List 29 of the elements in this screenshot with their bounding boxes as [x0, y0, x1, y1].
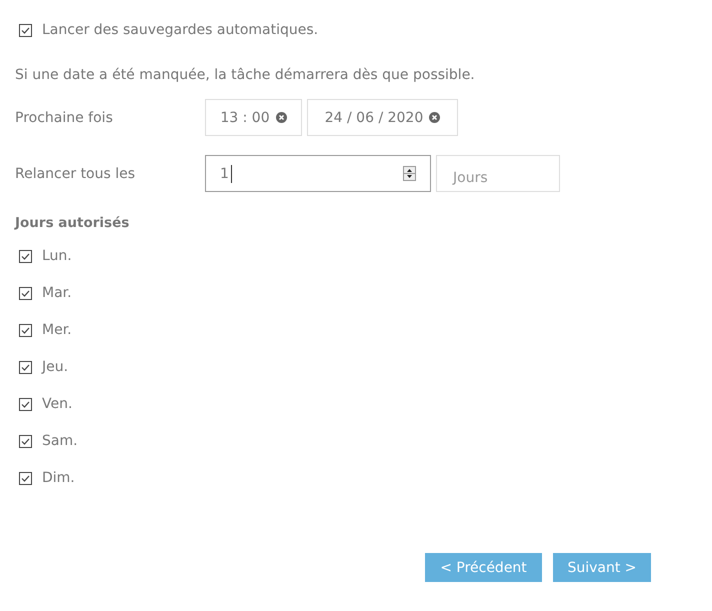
- field-label: Prochaine fois: [15, 110, 114, 126]
- date-field[interactable]: 24 / 06 / 2020: [307, 99, 458, 136]
- checkbox-label: Dim.: [42, 470, 75, 486]
- section-heading: Jours autorisés: [15, 215, 130, 231]
- number-field[interactable]: 1: [205, 155, 431, 192]
- unit-field[interactable]: Jours: [436, 155, 560, 192]
- checkbox-label: Sam.: [42, 433, 78, 449]
- checkbox[interactable]: [19, 286, 32, 300]
- checkbox[interactable]: [19, 398, 32, 410]
- time-field[interactable]: 13 : 00: [205, 99, 302, 136]
- checkbox-label: Ven.: [42, 396, 72, 412]
- checkbox[interactable]: [19, 434, 32, 448]
- checkbox-label: Jeu.: [42, 359, 68, 375]
- clear-icon[interactable]: [276, 112, 287, 123]
- checkbox-label: Lun.: [42, 248, 72, 264]
- checkbox[interactable]: [19, 324, 32, 336]
- next-button[interactable]: Suivant >: [553, 553, 651, 582]
- checkbox[interactable]: [19, 360, 32, 374]
- checkbox[interactable]: [19, 472, 32, 484]
- info-text: Si une date a été manquée, la tâche démarrera dès que possible.: [15, 67, 476, 85]
- previous-button[interactable]: < Précédent: [425, 553, 542, 582]
- field-label: Relancer tous les: [15, 166, 136, 182]
- clear-icon[interactable]: [429, 112, 440, 123]
- checkbox[interactable]: [19, 24, 32, 36]
- checkbox-label: Mar.: [42, 285, 72, 301]
- checkbox[interactable]: [19, 250, 32, 262]
- spinner-icon[interactable]: [403, 166, 416, 181]
- checkbox-label: Mer.: [42, 322, 72, 338]
- checkbox-label: Lancer des sauvegardes automatiques.: [42, 22, 318, 38]
